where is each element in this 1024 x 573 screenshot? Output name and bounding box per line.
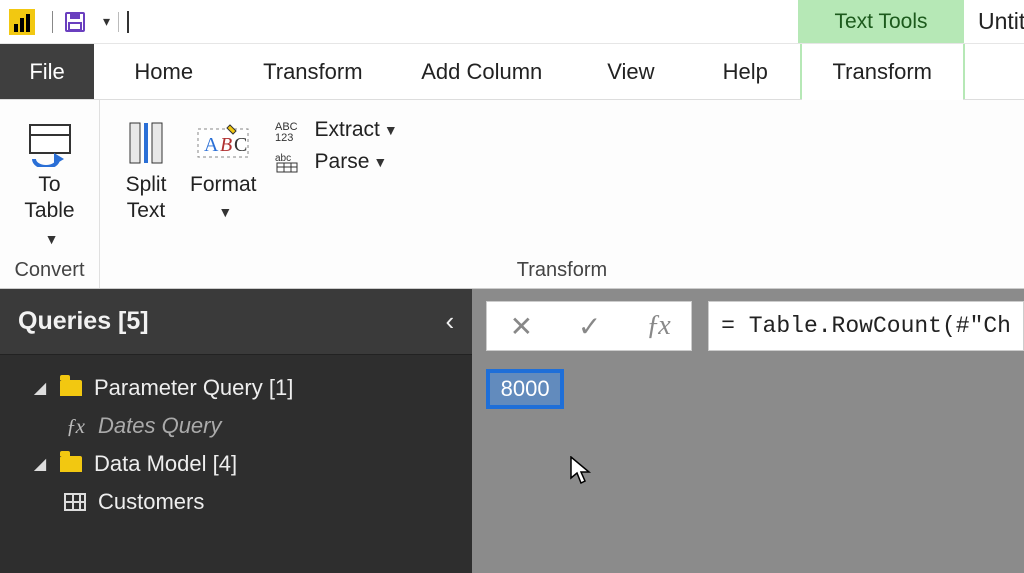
svg-text:123: 123: [275, 132, 293, 142]
queries-panel: Queries [5] ‹ ◢ Parameter Query [1] ƒx D…: [0, 289, 472, 573]
tab-home[interactable]: Home: [94, 44, 233, 99]
parse-label: Parse: [315, 150, 370, 174]
svg-text:C: C: [234, 134, 247, 156]
to-table-label-1: To: [38, 173, 60, 196]
fx-icon[interactable]: ƒx: [646, 310, 668, 342]
to-table-button[interactable]: To Table ▼: [12, 110, 87, 255]
data-area: ✕ ✓ ƒx = Table.RowCount(#"Ch 8000: [472, 289, 1024, 573]
tree-label: Parameter Query [1]: [94, 375, 293, 401]
tree-folder-parameter-query[interactable]: ◢ Parameter Query [1]: [0, 369, 472, 407]
tab-file[interactable]: File: [0, 44, 94, 99]
tab-text-tools-transform[interactable]: Transform: [800, 44, 965, 99]
tree-item-customers[interactable]: Customers: [0, 483, 472, 521]
folder-icon: [56, 456, 86, 472]
queries-title: Queries [5]: [18, 307, 149, 336]
ribbon-group-transform: SplitText A B C Format▼ ABC123: [100, 100, 1024, 288]
qat-customize-dropdown[interactable]: ▾: [103, 13, 110, 30]
extract-icon: ABC123: [273, 118, 315, 142]
save-button[interactable]: [61, 8, 89, 36]
tree-twisty-icon[interactable]: ◢: [28, 454, 52, 474]
svg-text:B: B: [220, 134, 232, 156]
result-value-cell[interactable]: 8000: [486, 369, 564, 409]
commit-formula-button[interactable]: ✓: [578, 310, 601, 343]
ribbon-group-label-convert: Convert: [12, 257, 87, 282]
tree-label: Data Model [4]: [94, 451, 237, 477]
formula-bar-controls: ✕ ✓ ƒx: [486, 301, 692, 351]
tab-view[interactable]: View: [571, 44, 690, 99]
tree-label: Customers: [98, 489, 204, 515]
cancel-formula-button[interactable]: ✕: [510, 310, 533, 343]
queries-header: Queries [5] ‹: [0, 289, 472, 355]
tree-item-dates-query[interactable]: ƒx Dates Query: [0, 407, 472, 445]
tab-transform[interactable]: Transform: [233, 44, 392, 99]
tab-help[interactable]: Help: [691, 44, 800, 99]
formula-input[interactable]: = Table.RowCount(#"Ch: [708, 301, 1024, 351]
svg-text:abc: abc: [275, 153, 291, 164]
formula-bar-row: ✕ ✓ ƒx = Table.RowCount(#"Ch: [486, 301, 1024, 351]
tree-twisty-icon[interactable]: ◢: [28, 378, 52, 398]
qat-separator: [52, 11, 53, 33]
parse-button[interactable]: abc Parse ▼: [267, 146, 404, 178]
ribbon: To Table ▼ Convert Split Text: [0, 100, 1024, 289]
ribbon-group-label-transform: Transform: [112, 257, 1012, 282]
tree-label: Dates Query: [98, 413, 222, 439]
fx-icon: ƒx: [60, 414, 90, 439]
tab-add-column[interactable]: Add Column: [392, 44, 571, 99]
split-text-label-2: Text: [127, 199, 166, 222]
extract-button[interactable]: ABC123 Extract ▼: [267, 114, 404, 146]
format-button[interactable]: A B C Format ▼: [180, 110, 267, 229]
split-text-icon: [122, 114, 170, 172]
folder-icon: [56, 380, 86, 396]
chevron-down-icon: ▼: [45, 231, 59, 247]
format-icon: A B C: [194, 114, 252, 172]
svg-text:A: A: [204, 134, 219, 156]
title-bar: ▾ Text Tools Untit: [0, 0, 1024, 44]
qat-caret: [127, 11, 129, 33]
tree-folder-data-model[interactable]: ◢ Data Model [4]: [0, 445, 472, 483]
collapse-queries-icon[interactable]: ‹: [445, 306, 454, 337]
chevron-down-icon: ▼: [373, 154, 387, 170]
split-text-label-1: Split: [126, 173, 167, 196]
queries-tree: ◢ Parameter Query [1] ƒx Dates Query ◢ D…: [0, 355, 472, 521]
ribbon-group-convert: To Table ▼ Convert: [0, 100, 100, 288]
parse-icon: abc: [273, 150, 315, 174]
format-label: Format: [190, 173, 257, 196]
qat-divider: [118, 12, 119, 32]
table-icon: [60, 493, 90, 511]
to-table-label-2: Table: [24, 199, 74, 222]
chevron-down-icon: ▼: [218, 204, 232, 220]
ribbon-tab-row: File Home Transform Add Column View Help…: [0, 44, 1024, 100]
split-text-button[interactable]: Split Text: [112, 110, 180, 229]
document-title: Untit: [978, 0, 1024, 43]
context-tool-header: Text Tools: [798, 0, 964, 43]
app-logo: [8, 8, 36, 36]
lower-pane: Queries [5] ‹ ◢ Parameter Query [1] ƒx D…: [0, 289, 1024, 573]
extract-label: Extract: [315, 118, 380, 142]
chevron-down-icon: ▼: [384, 122, 398, 138]
to-table-icon: [24, 114, 76, 172]
